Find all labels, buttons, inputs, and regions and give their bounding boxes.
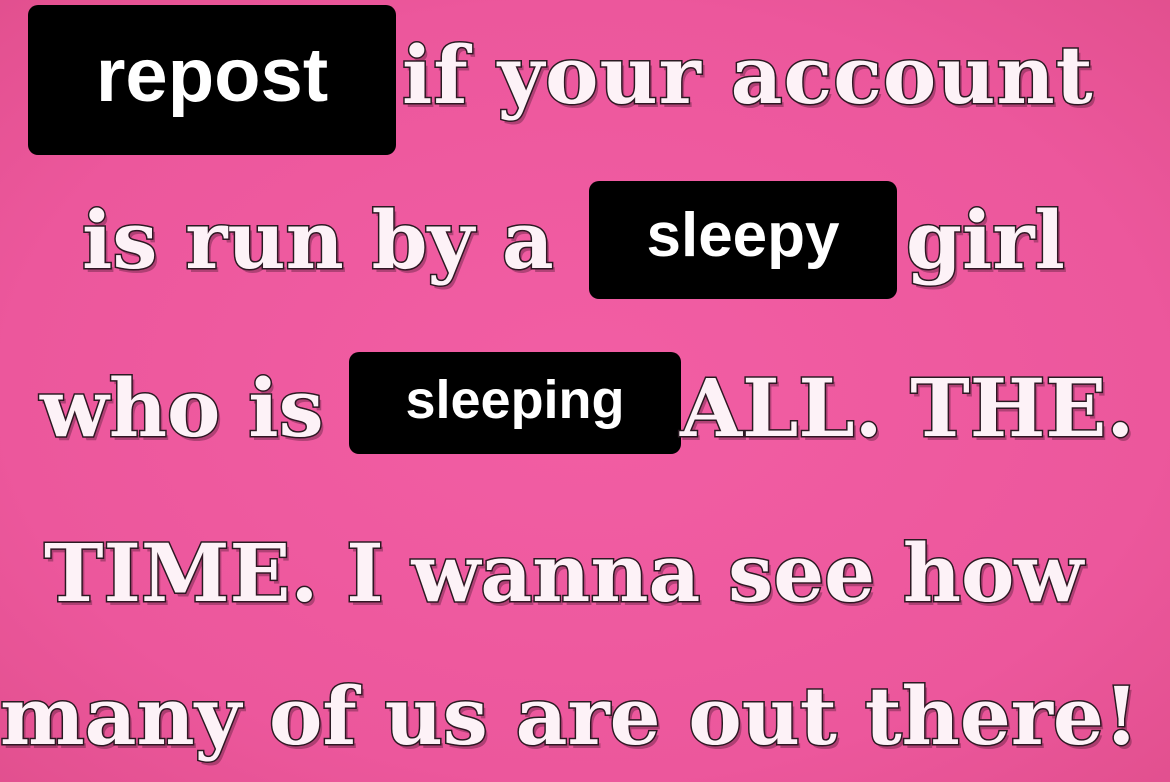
sleeping-tag: sleeping xyxy=(349,352,681,454)
text-line-2-start: is run by a xyxy=(81,193,556,287)
text-line-4: TIME. I wanna see how xyxy=(42,526,1084,620)
text-line-3-start: who is xyxy=(39,361,326,455)
text-line-1: if your account xyxy=(401,28,1095,122)
repost-tag: repost xyxy=(28,5,396,155)
repost-label: repost xyxy=(95,33,329,118)
sleeping-label: sleeping xyxy=(405,370,625,430)
text-line-3-end: ALL. THE. xyxy=(678,361,1135,455)
sleepy-tag: sleepy xyxy=(589,181,897,299)
text-line-5: many of us are out there! xyxy=(0,669,1140,763)
sleepy-label: sleepy xyxy=(646,201,840,270)
meme-canvas: repost if your account is run by a sleep… xyxy=(0,0,1170,782)
text-line-2-end: girl xyxy=(905,193,1067,287)
